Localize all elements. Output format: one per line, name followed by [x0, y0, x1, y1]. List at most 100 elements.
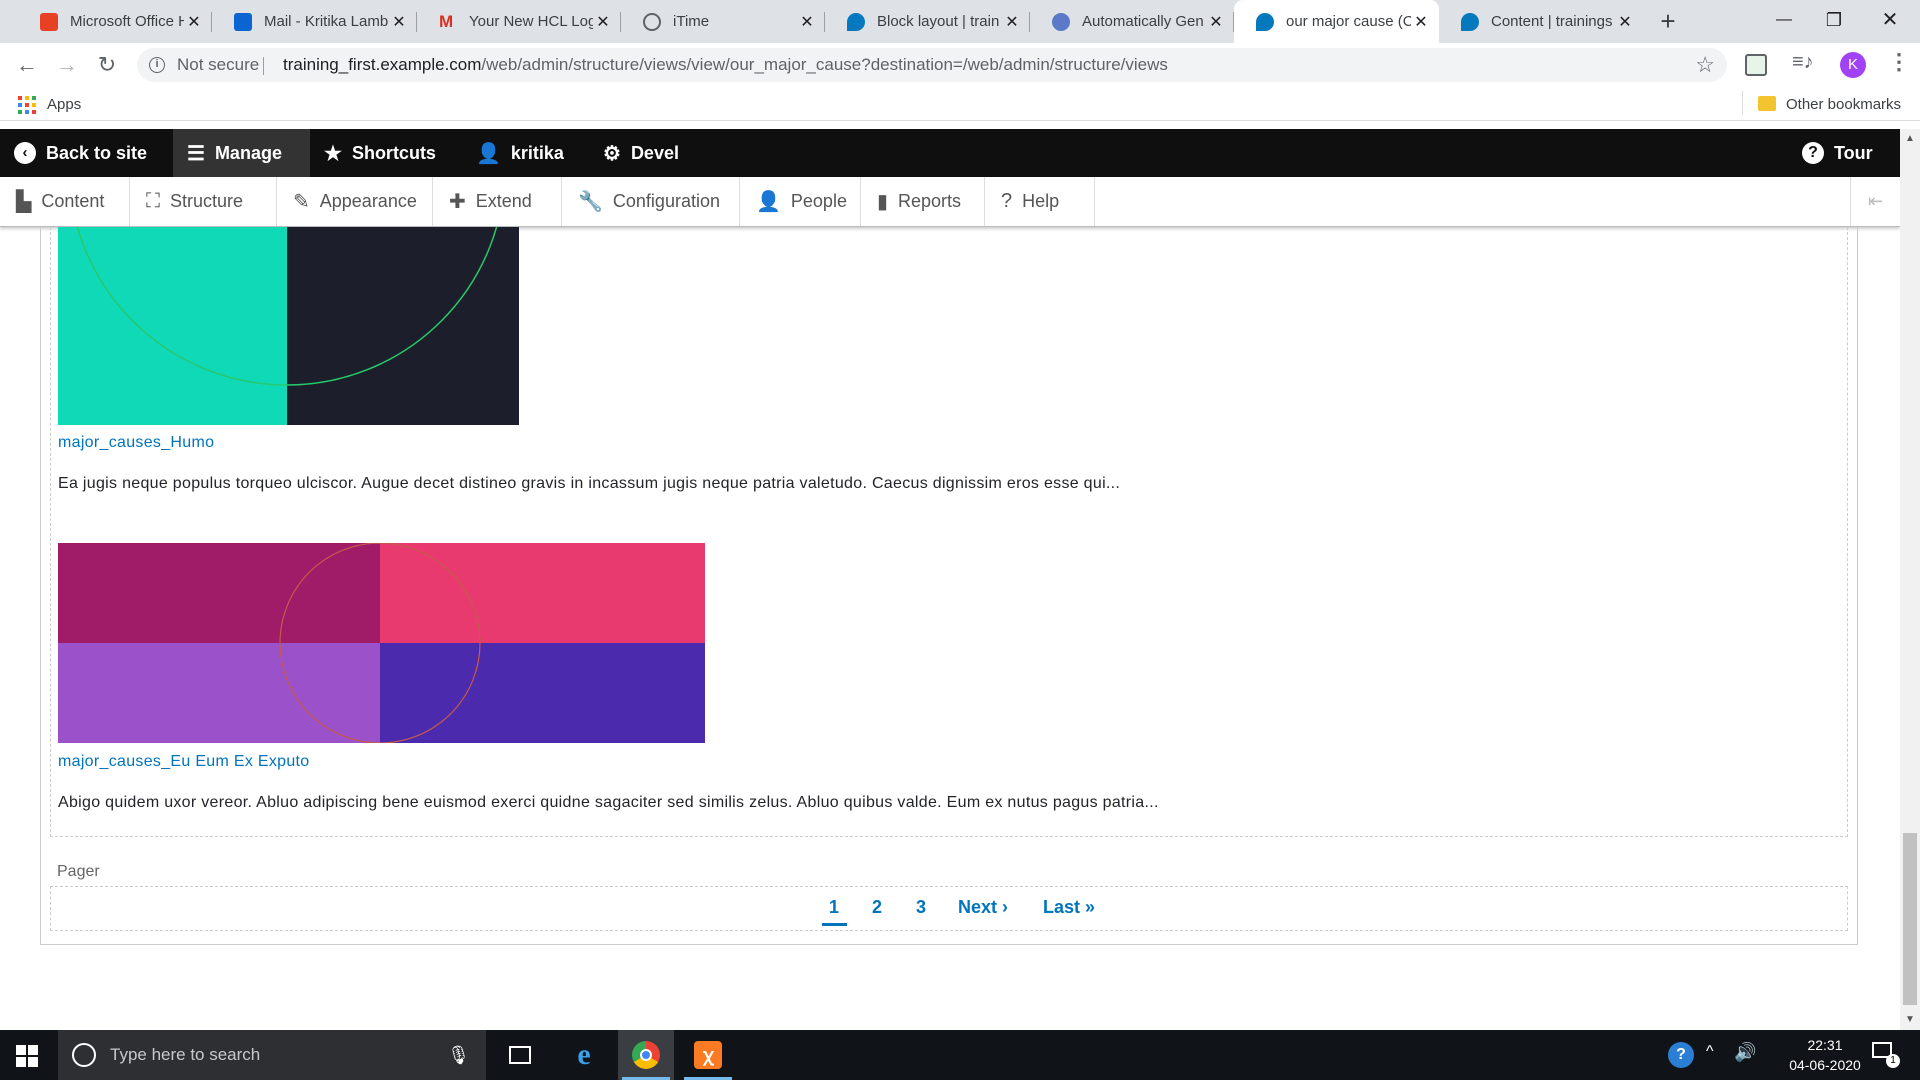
tray-item-appearance[interactable]: ✎ Appearance [277, 177, 433, 226]
pager-label: Pager [57, 863, 100, 880]
collapse-tray-icon[interactable]: ⇤ [1850, 177, 1900, 226]
back-to-site-link[interactable]: ‹ Back to site [0, 129, 161, 177]
url-text[interactable]: training_first.example.com/web/admin/str… [283, 48, 1168, 82]
paintbrush-icon: ✎ [293, 191, 310, 213]
bookmark-star-icon[interactable]: ☆ [1695, 48, 1715, 82]
close-icon[interactable]: ✕ [1615, 12, 1635, 32]
close-icon[interactable]: ✕ [1002, 12, 1022, 32]
task-view-icon[interactable] [492, 1030, 548, 1080]
windows-start-icon[interactable] [16, 1045, 38, 1067]
xampp-icon[interactable]: ꭓ [680, 1030, 736, 1080]
other-bookmarks[interactable]: Other bookmarks [1786, 96, 1901, 113]
browser-tab[interactable]: iTime ✕ [621, 0, 825, 43]
globe-icon [643, 12, 661, 31]
address-bar[interactable]: i Not secure training_first.example.com/… [137, 48, 1727, 82]
system-clock[interactable]: 22:31 04-06-2020 [1785, 1035, 1865, 1075]
user-tab[interactable]: 👤 kritika [462, 129, 578, 177]
scroll-up-icon[interactable]: ▲ [1905, 133, 1915, 144]
edge-icon[interactable]: e [556, 1030, 612, 1080]
back-circle-icon: ‹ [14, 142, 36, 164]
close-icon[interactable]: ✕ [389, 12, 409, 32]
outlook-icon [234, 12, 252, 31]
tab-title: Mail - Kritika Lamb [264, 13, 389, 30]
back-arrow-icon[interactable]: ← [11, 49, 43, 81]
people-icon: 👤 [756, 191, 781, 213]
chevron-up-icon[interactable]: ^ [1706, 1043, 1714, 1061]
close-window-button[interactable]: ✕ [1860, 0, 1920, 40]
shortcuts-tab[interactable]: ★ Shortcuts [310, 129, 450, 177]
gmail-icon: M [439, 11, 454, 31]
row-title-link[interactable]: major_causes_Eu Eum Ex Exputo [58, 753, 310, 771]
scrollbar-thumb[interactable] [1903, 833, 1917, 1005]
drupal-admin-toolbar: ‹ Back to site ☰ Manage ★ Shortcuts 👤 kr… [0, 129, 1900, 177]
pager-next-link[interactable]: Next › [958, 897, 1008, 918]
media-control-icon[interactable]: ≡♪ [1792, 51, 1814, 74]
office-icon [40, 12, 58, 31]
close-icon[interactable]: ✕ [593, 12, 613, 32]
tour-button[interactable]: ? Tour [1788, 129, 1887, 177]
help-tray-icon[interactable]: ? [1668, 1042, 1694, 1068]
restore-button[interactable]: ❐ [1804, 0, 1864, 40]
row-image[interactable] [58, 542, 705, 744]
tray-item-extend[interactable]: ✚ Extend [433, 177, 562, 226]
new-tab-button[interactable]: + [1652, 6, 1684, 38]
search-placeholder: Type here to search [110, 1045, 261, 1064]
browser-tab[interactable]: Content | trainings ✕ [1439, 0, 1643, 43]
tray-item-reports[interactable]: ▮ Reports [861, 177, 985, 226]
tray-item-structure[interactable]: ⛶ Structure [130, 177, 277, 226]
extension-icon[interactable] [1745, 54, 1767, 76]
browser-tab[interactable]: Block layout | train ✕ [825, 0, 1030, 43]
row-body-text: Abigo quidem uxor vereor. Abluo adipisci… [58, 794, 1159, 811]
close-icon[interactable]: ✕ [1411, 12, 1431, 32]
row-title-link[interactable]: major_causes_Humo [58, 434, 214, 452]
browser-tab-active[interactable]: our major cause (C ✕ [1234, 0, 1439, 43]
wrench-icon: 🔧 [578, 191, 603, 213]
browser-tab[interactable]: Mail - Kritika Lamb ✕ [212, 0, 417, 43]
document-icon: ▙ [16, 191, 32, 213]
pager-page-2[interactable]: 2 [872, 897, 882, 918]
forward-arrow-icon[interactable]: → [51, 49, 83, 81]
profile-avatar[interactable]: K [1840, 52, 1866, 78]
pager-page-current[interactable]: 1 [829, 897, 839, 918]
browser-menu-icon[interactable]: ⋮ [1888, 49, 1910, 75]
row-image[interactable] [58, 227, 519, 425]
browser-tab[interactable]: Microsoft Office H ✕ [18, 0, 212, 43]
microphone-icon[interactable]: 🎙 [447, 1045, 470, 1066]
tray-item-help[interactable]: ? Help [985, 177, 1095, 226]
drupal-icon [1256, 12, 1274, 31]
close-icon[interactable]: ✕ [797, 12, 817, 32]
close-icon[interactable]: ✕ [1206, 12, 1226, 32]
tab-title: Block layout | train [877, 13, 1000, 30]
generated-pattern-image [58, 542, 705, 744]
browser-tab[interactable]: M Your New HCL Log ✕ [417, 0, 621, 43]
generated-pattern-image [58, 227, 519, 425]
pager-last-link[interactable]: Last » [1043, 897, 1095, 918]
sitemap-icon: ⛶ [146, 190, 160, 212]
scroll-down-icon[interactable]: ▼ [1905, 1014, 1915, 1025]
drupal-icon [847, 12, 865, 31]
tray-item-configuration[interactable]: 🔧 Configuration [562, 177, 740, 226]
tab-title: Content | trainings [1491, 13, 1613, 30]
tray-item-people[interactable]: 👤 People [740, 177, 861, 226]
clock-date: 04-06-2020 [1789, 1057, 1861, 1073]
tab-title: Your New HCL Log [469, 13, 593, 30]
row-body-text: Ea jugis neque populus torqueo ulciscor.… [58, 475, 1121, 492]
info-icon[interactable]: i [149, 57, 165, 73]
devel-tab[interactable]: ⚙ Devel [589, 129, 693, 177]
hamburger-icon: ☰ [187, 142, 205, 165]
notification-center-icon[interactable]: 1 [1872, 1042, 1902, 1068]
puzzle-icon: ✚ [449, 191, 466, 213]
chrome-icon[interactable] [618, 1030, 674, 1080]
speaker-icon[interactable]: 🔊 [1734, 1042, 1756, 1063]
folder-icon [1758, 96, 1776, 111]
pager-page-3[interactable]: 3 [916, 897, 926, 918]
close-icon[interactable]: ✕ [184, 12, 204, 32]
bookmarks-bar: Apps Other bookmarks [0, 87, 1920, 121]
notification-badge: 1 [1886, 1054, 1900, 1068]
reload-icon[interactable]: ↻ [91, 49, 123, 81]
taskbar-search-box[interactable]: Type here to search 🎙 [58, 1030, 486, 1080]
tray-item-content[interactable]: ▙ Content [0, 177, 130, 226]
browser-tab[interactable]: Automatically Gen ✕ [1030, 0, 1234, 43]
apps-bookmark[interactable]: Apps [47, 96, 81, 113]
manage-tab[interactable]: ☰ Manage [173, 129, 310, 177]
